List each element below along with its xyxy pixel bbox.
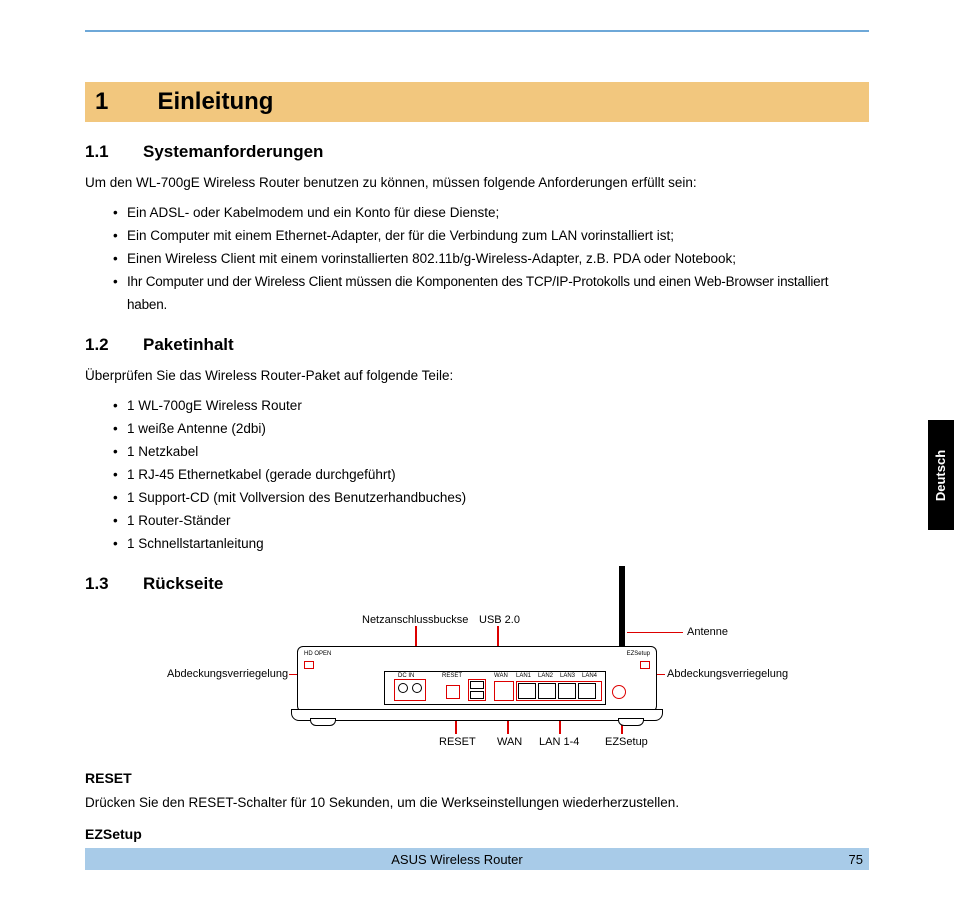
tiny-ez: EZSetup <box>627 651 650 657</box>
label-power: Netzanschlussbuckse <box>362 614 468 626</box>
requirements-list: Ein ADSL- oder Kabelmodem und ein Konto … <box>85 202 869 317</box>
package-list: 1 WL-700gE Wireless Router 1 weiße Anten… <box>85 395 869 556</box>
list-item: 1 RJ-45 Ethernetkabel (gerade durchgefüh… <box>113 464 869 487</box>
language-label: Deutsch <box>934 449 949 500</box>
section-1-2-heading: 1.2Paketinhalt <box>85 335 869 355</box>
section-title: Paketinhalt <box>143 335 234 354</box>
ezsetup-button <box>612 685 626 699</box>
label-reset: RESET <box>439 736 476 748</box>
footer-title: ASUS Wireless Router <box>85 852 829 867</box>
chapter-title: Einleitung <box>157 88 273 115</box>
reset-heading: RESET <box>85 770 869 786</box>
label-usb: USB 2.0 <box>479 614 520 626</box>
tiny-wan: WAN <box>494 673 508 679</box>
section-number: 1.2 <box>85 335 143 355</box>
chapter-number: 1 <box>95 88 153 116</box>
list-item: 1 Netzkabel <box>113 441 869 464</box>
usb-slot <box>470 691 484 699</box>
list-item: 1 Support-CD (mit Vollversion des Benutz… <box>113 487 869 510</box>
cover-lock-right <box>640 661 650 669</box>
top-rule <box>85 30 869 32</box>
lan-port <box>518 683 536 699</box>
leader-line <box>627 632 683 634</box>
list-item: 1 Schnellstartanleitung <box>113 533 869 556</box>
section-1-3-heading: 1.3Rückseite <box>85 574 869 594</box>
section-1-1-heading: 1.1Systemanforderungen <box>85 142 869 162</box>
list-item: 1 WL-700gE Wireless Router <box>113 395 869 418</box>
tiny-reset: RESET <box>442 673 462 679</box>
tiny-lan1: LAN1 <box>516 673 531 679</box>
label-ezsetup: EZSetup <box>605 736 648 748</box>
list-item: Ein ADSL- oder Kabelmodem und ein Konto … <box>113 202 869 225</box>
tiny-lan4: LAN4 <box>582 673 597 679</box>
label-cover-right: Abdeckungsverriegelung <box>667 668 788 680</box>
list-item: Einen Wireless Client mit einem vorinsta… <box>113 248 869 271</box>
label-cover-left: Abdeckungsverriegelung <box>167 668 288 680</box>
tiny-dcin: DC IN <box>398 673 414 679</box>
chapter-heading: 1 Einleitung <box>85 82 869 122</box>
dc-jack-icon <box>398 683 408 693</box>
cover-lock-left <box>304 661 314 669</box>
section-1-1-intro: Um den WL-700gE Wireless Router benutzen… <box>85 174 869 192</box>
list-item: Ihr Computer und der Wireless Client müs… <box>113 271 869 317</box>
router-base <box>291 709 663 721</box>
list-item: 1 weiße Antenne (2dbi) <box>113 418 869 441</box>
section-title: Rückseite <box>143 574 223 593</box>
reset-text: Drücken Sie den RESET-Schalter für 10 Se… <box>85 794 869 812</box>
lan-port <box>578 683 596 699</box>
label-antenna: Antenne <box>687 626 728 638</box>
section-title: Systemanforderungen <box>143 142 323 161</box>
ezsetup-heading: EZSetup <box>85 826 869 842</box>
list-item: Ein Computer mit einem Ethernet-Adapter,… <box>113 225 869 248</box>
footer-page-number: 75 <box>829 852 869 867</box>
tiny-hd-open: HD OPEN <box>304 651 331 657</box>
wan-port <box>494 681 514 701</box>
tiny-lan3: LAN3 <box>560 673 575 679</box>
router-body: HD OPEN DC IN RESET WAN LAN1 LAN2 LAN3 L… <box>297 646 657 712</box>
section-number: 1.1 <box>85 142 143 162</box>
list-item: 1 Router-Ständer <box>113 510 869 533</box>
router-foot <box>310 718 336 726</box>
usb-slot <box>470 681 484 689</box>
lan-port <box>558 683 576 699</box>
antenna-icon <box>619 566 625 652</box>
rear-panel-diagram: Netzanschlussbuckse USB 2.0 Antenne Abde… <box>167 606 787 756</box>
reset-button <box>446 685 460 699</box>
language-tab: Deutsch <box>928 420 954 530</box>
section-number: 1.3 <box>85 574 143 594</box>
section-1-2-intro: Überprüfen Sie das Wireless Router-Paket… <box>85 367 869 385</box>
dc-jack-icon <box>412 683 422 693</box>
tiny-lan2: LAN2 <box>538 673 553 679</box>
label-wan: WAN <box>497 736 522 748</box>
label-lan: LAN 1-4 <box>539 736 579 748</box>
footer-bar: ASUS Wireless Router 75 <box>85 848 869 870</box>
lan-port <box>538 683 556 699</box>
router-foot <box>618 718 644 726</box>
